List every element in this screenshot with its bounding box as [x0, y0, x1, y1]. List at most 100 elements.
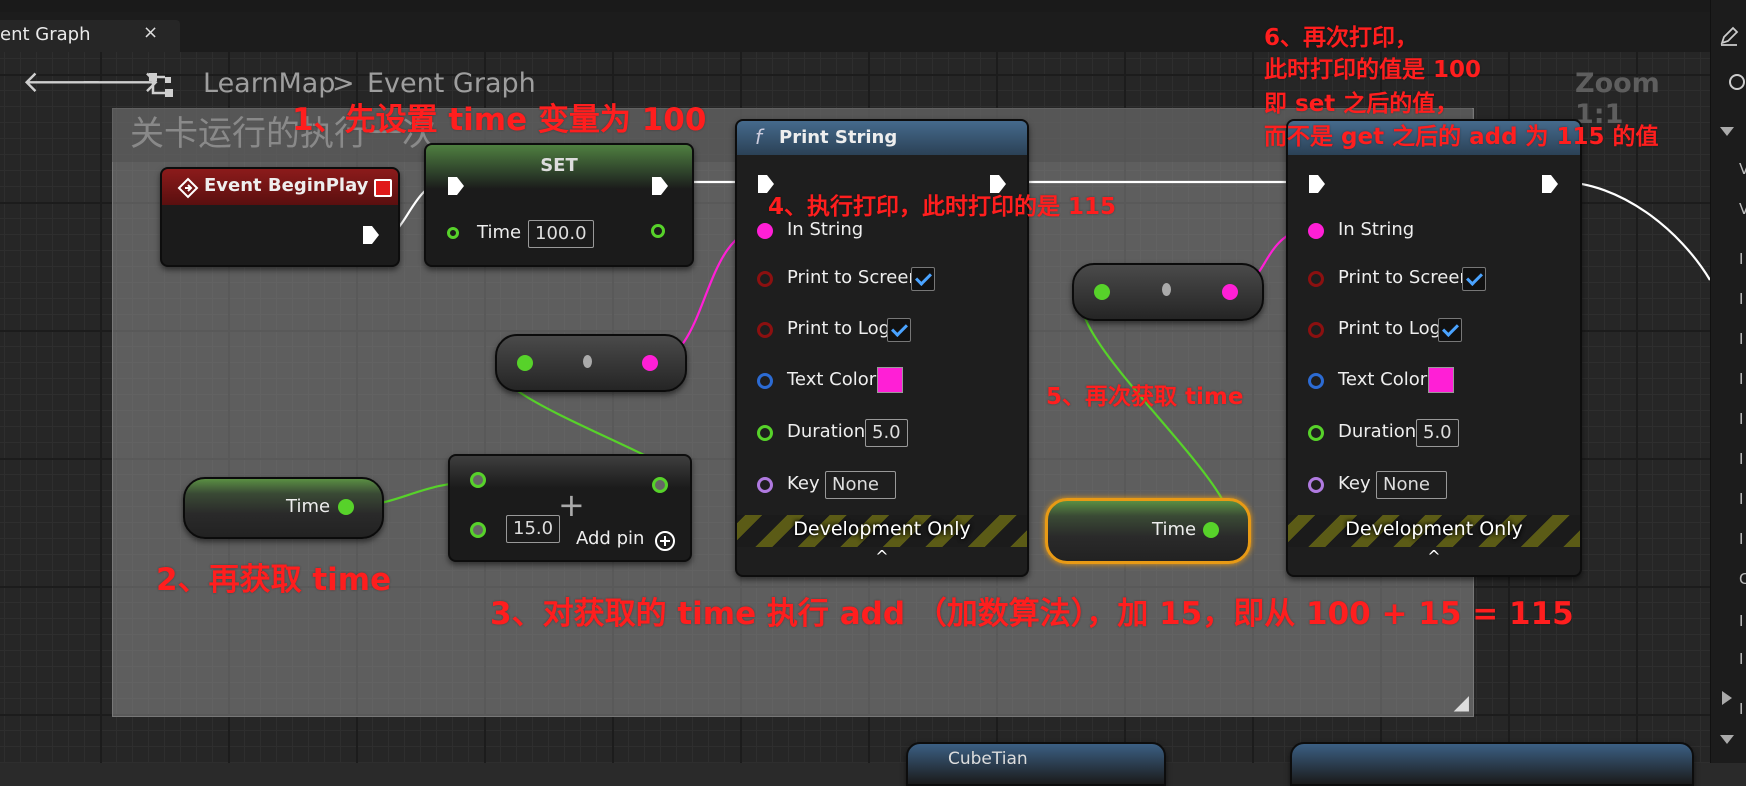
node-title: CubeTian	[948, 749, 1028, 769]
delegate-pin[interactable]	[374, 179, 392, 197]
float-in-pin[interactable]	[517, 355, 533, 371]
string-in-pin[interactable]	[757, 223, 773, 239]
search-icon[interactable]	[1727, 72, 1746, 94]
exec-out-pin[interactable]	[362, 225, 380, 245]
float-in-pin[interactable]	[470, 472, 486, 488]
annotation-step-4: 4、执行打印，此时打印的是 115	[768, 194, 1117, 220]
panel-letter: I	[1739, 250, 1744, 268]
float-in-pin[interactable]	[1308, 425, 1324, 441]
duration-field[interactable]: 5.0	[1416, 419, 1459, 447]
event-beginplay-node[interactable]: Event BeginPlay	[160, 167, 400, 267]
exec-out-pin[interactable]	[651, 176, 669, 196]
float-in-pin[interactable]	[1094, 284, 1110, 300]
print-to-screen-checkbox[interactable]	[911, 267, 935, 291]
add-pin-plus-icon[interactable]	[654, 530, 676, 552]
print-to-screen-label: Print to Screen	[787, 267, 920, 288]
panel-letter: I	[1739, 410, 1744, 428]
bool-in-pin[interactable]	[1308, 271, 1324, 287]
development-only-bar: Development Only	[737, 515, 1027, 547]
annotation-step-6-line-2: 此时打印的值是 100	[1264, 57, 1482, 83]
print-to-screen-checkbox[interactable]	[1462, 267, 1486, 291]
struct-in-pin[interactable]	[757, 373, 773, 389]
name-in-pin[interactable]	[757, 477, 773, 493]
resize-handle-icon[interactable]: ◢	[1454, 690, 1469, 714]
chevron-right-icon[interactable]	[1721, 690, 1733, 706]
key-field[interactable]: None	[825, 471, 896, 499]
float-in-pin[interactable]	[470, 522, 486, 538]
variable-label: Time	[286, 496, 331, 517]
panel-letter: V	[1739, 200, 1746, 218]
panel-letter: I	[1739, 530, 1744, 548]
tab-label: ent Graph	[0, 24, 91, 45]
float-out-pin[interactable]	[1203, 522, 1219, 538]
add-value-field[interactable]: 15.0	[506, 515, 561, 543]
bool-in-pin[interactable]	[757, 322, 773, 338]
edit-icon[interactable]	[1719, 26, 1739, 46]
collapse-caret-icon[interactable]: ^	[737, 547, 1027, 566]
reroute-node[interactable]	[495, 334, 687, 392]
string-in-pin[interactable]	[1308, 223, 1324, 239]
bool-in-pin[interactable]	[1308, 322, 1324, 338]
time-value-field[interactable]: 100.0	[528, 220, 594, 248]
cubetian-node[interactable]: CubeTian	[906, 742, 1166, 786]
struct-in-pin[interactable]	[1308, 373, 1324, 389]
print-to-log-label: Print to Log	[787, 318, 891, 339]
add-node[interactable]: 15.0 + Add pin	[448, 454, 692, 562]
details-panel-edge: V V I I I I I I I I C I I I	[1710, 0, 1746, 763]
panel-letter: I	[1739, 490, 1744, 508]
tab-bar	[0, 12, 1710, 52]
reroute-node[interactable]	[1072, 263, 1264, 321]
get-time-node[interactable]: Time	[183, 477, 384, 539]
text-color-swatch[interactable]	[1428, 367, 1454, 393]
duration-label: Duration	[787, 421, 866, 442]
exec-in-pin[interactable]	[447, 176, 465, 196]
string-out-pin[interactable]	[1222, 284, 1238, 300]
add-pin-label[interactable]: Add pin	[576, 528, 644, 549]
exec-in-pin[interactable]	[1308, 174, 1326, 194]
node-title: SET	[540, 155, 578, 176]
bottom-node[interactable]	[1290, 742, 1694, 786]
float-out-pin[interactable]	[338, 499, 354, 515]
development-only-bar: Development Only	[1288, 515, 1580, 547]
print-string-node-2[interactable]: In String Print to Screen Print to Log T…	[1286, 119, 1582, 577]
float-out-pin[interactable]	[651, 224, 665, 238]
tab-event-graph[interactable]: ent Graph ×	[0, 20, 180, 52]
panel-letter: I	[1739, 650, 1744, 668]
key-field[interactable]: None	[1376, 471, 1447, 499]
float-out-pin[interactable]	[652, 477, 668, 493]
exec-out-pin[interactable]	[1541, 174, 1559, 194]
string-out-pin[interactable]	[642, 355, 658, 371]
in-string-label: In String	[787, 219, 864, 240]
collapse-caret-icon[interactable]: ^	[1288, 547, 1580, 566]
variable-label: Time	[1152, 519, 1197, 540]
plus-icon: +	[558, 486, 585, 524]
diamond-arrow-icon	[177, 177, 199, 199]
annotation-step-2: 2、再获取 time	[156, 562, 392, 598]
name-in-pin[interactable]	[1308, 477, 1324, 493]
annotation-step-6-line-1: 6、再次打印，	[1264, 25, 1419, 51]
node-title: Event BeginPlay	[204, 175, 369, 196]
in-string-label: In String	[1338, 219, 1415, 240]
development-only-label: Development Only	[793, 518, 971, 540]
panel-letter: I	[1739, 450, 1744, 468]
duration-field[interactable]: 5.0	[865, 419, 908, 447]
chevron-down-icon[interactable]	[1719, 734, 1735, 746]
panel-letter: I	[1739, 370, 1744, 388]
duration-label: Duration	[1338, 421, 1417, 442]
set-node[interactable]: SET Time 100.0	[424, 143, 694, 267]
window-top-strip	[0, 0, 1746, 12]
text-color-swatch[interactable]	[877, 367, 903, 393]
panel-letter: I	[1739, 700, 1744, 718]
bool-in-pin[interactable]	[757, 271, 773, 287]
panel-letter: C	[1739, 570, 1746, 588]
float-in-pin[interactable]	[757, 425, 773, 441]
tab-close-icon[interactable]: ×	[143, 22, 158, 43]
print-to-log-checkbox[interactable]	[887, 318, 911, 342]
chevron-down-icon[interactable]	[1719, 126, 1735, 138]
float-in-pin[interactable]	[447, 227, 459, 239]
annotation-step-6-line-4: 而不是 get 之后的 add 为 115 的值	[1264, 124, 1659, 150]
text-color-label: Text Color	[1338, 369, 1428, 390]
function-icon: f	[755, 125, 763, 149]
print-to-log-checkbox[interactable]	[1438, 318, 1462, 342]
get-time-node-selected[interactable]: Time	[1045, 498, 1251, 564]
